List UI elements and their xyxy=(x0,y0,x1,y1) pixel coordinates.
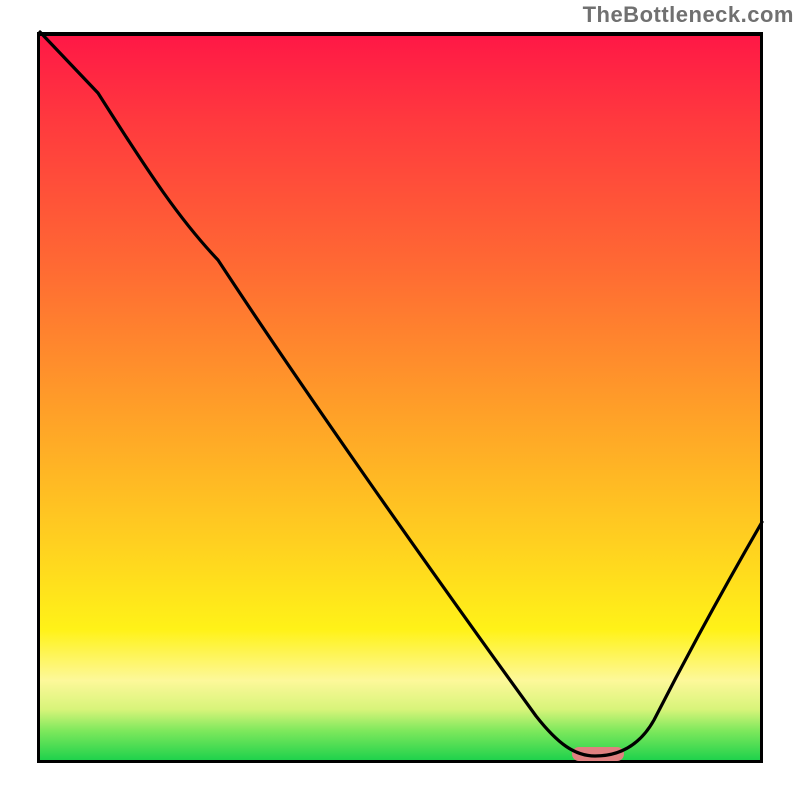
min-marker xyxy=(572,747,624,761)
watermark-text: TheBottleneck.com xyxy=(583,2,794,28)
plot-area xyxy=(37,32,763,763)
chart-container: TheBottleneck.com xyxy=(0,0,800,800)
